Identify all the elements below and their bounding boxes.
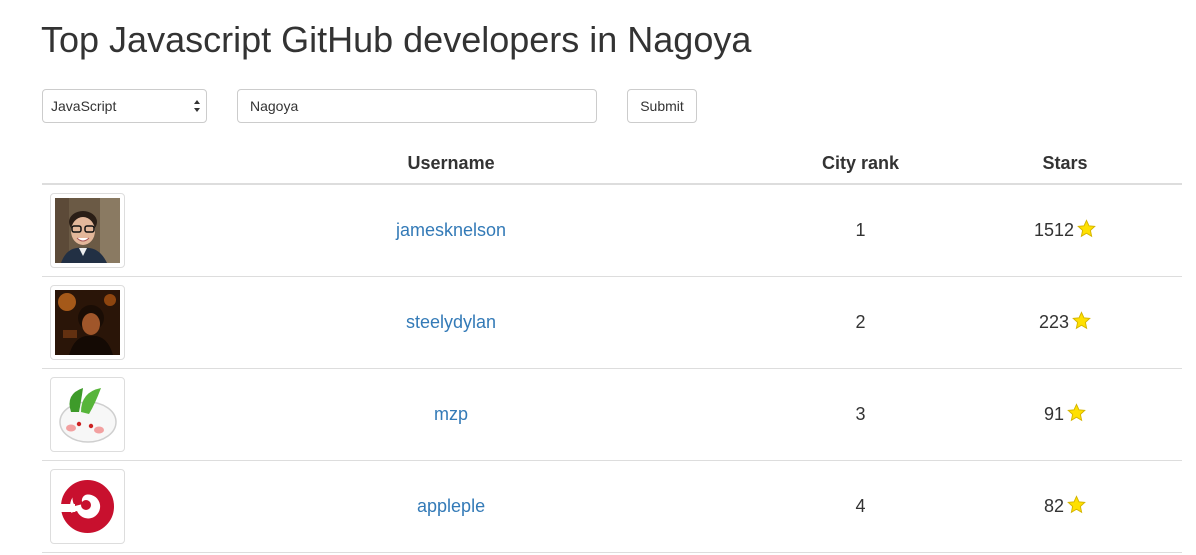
photo-avatar-icon — [55, 289, 120, 355]
language-select-value: JavaScript — [51, 98, 117, 114]
avatar-cell — [42, 276, 130, 369]
submit-button[interactable]: Submit — [627, 89, 697, 123]
city-rank-cell: 3 — [772, 368, 949, 461]
stars-column-header: Stars — [948, 143, 1182, 185]
username-column-header: Username — [129, 143, 773, 185]
avatar[interactable] — [50, 376, 125, 452]
table-row: mzp 3 91 — [42, 368, 1182, 461]
avatar-cell — [42, 184, 130, 277]
photo-avatar-icon — [55, 197, 120, 263]
stars-count: 1512 — [1034, 220, 1075, 241]
city-input[interactable] — [237, 89, 597, 123]
stars-cell: 91 — [948, 368, 1182, 461]
table-row: jamesknelson 1 1512 — [42, 184, 1182, 277]
username-link[interactable]: mzp — [434, 404, 468, 424]
table-row: appleple 4 82 — [42, 460, 1182, 553]
star-icon — [1077, 219, 1096, 238]
username-link[interactable]: jamesknelson — [396, 220, 506, 240]
city-rank-cell: 4 — [772, 460, 949, 553]
stars-cell: 223 — [948, 276, 1182, 369]
stars-cell: 82 — [948, 460, 1182, 553]
username-link[interactable]: steelydylan — [406, 312, 496, 332]
red-spiral-logo-icon — [55, 473, 120, 539]
city-rank-cell: 1 — [772, 184, 949, 277]
star-icon — [1067, 495, 1086, 514]
city-rank-column-header: City rank — [772, 143, 949, 185]
username-cell: steelydylan — [129, 276, 773, 369]
username-cell: mzp — [129, 368, 773, 461]
table-row: steelydylan 2 223 — [42, 276, 1182, 369]
developers-table: Username City rank Stars jamesknelson 1 … — [42, 143, 1182, 553]
avatar[interactable] — [50, 192, 125, 268]
stars-count: 223 — [1039, 312, 1070, 332]
avatar[interactable] — [50, 284, 125, 360]
username-link[interactable]: appleple — [417, 496, 485, 516]
city-rank-cell: 2 — [772, 276, 949, 369]
language-select[interactable]: JavaScript — [42, 89, 207, 123]
stars-count: 82 — [1044, 496, 1065, 516]
avatar-column-header — [42, 143, 130, 185]
star-icon — [1072, 311, 1091, 330]
snow-bunny-avatar-icon — [55, 381, 120, 447]
username-cell: appleple — [129, 460, 773, 553]
table-header-row: Username City rank Stars — [42, 143, 1182, 185]
avatar-cell — [42, 460, 130, 553]
stars-cell: 1512 — [948, 184, 1182, 277]
avatar-cell — [42, 368, 130, 461]
stars-count: 91 — [1044, 404, 1065, 424]
select-arrows-icon — [194, 100, 200, 112]
page-title: Top Javascript GitHub developers in Nago… — [41, 19, 752, 60]
star-icon — [1067, 403, 1086, 422]
username-cell: jamesknelson — [129, 184, 773, 277]
avatar[interactable] — [50, 468, 125, 544]
